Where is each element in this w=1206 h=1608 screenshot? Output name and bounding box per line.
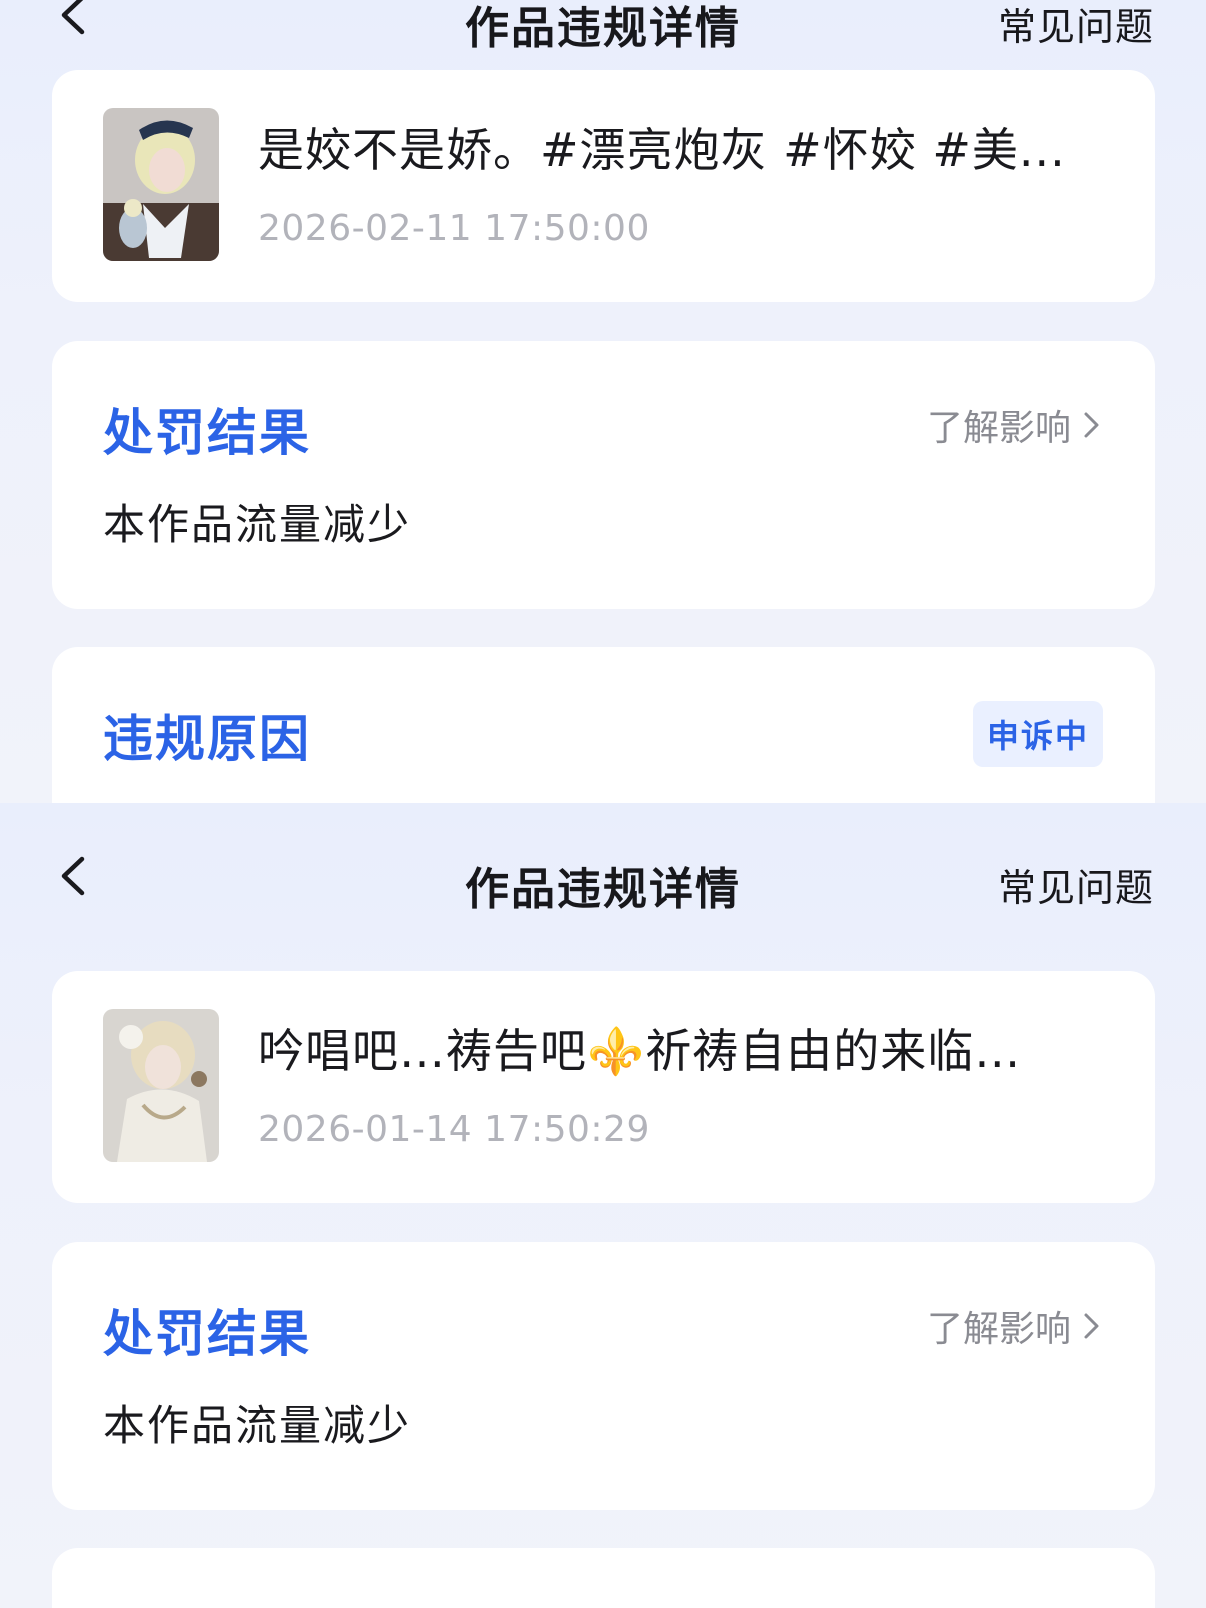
violation-reason-card: 违规原因 申诉中 [52,647,1155,803]
violation-reason-title: 违规原因 [103,710,311,768]
learn-impact-label: 了解影响 [926,1309,1071,1350]
faq-link[interactable]: 常见问题 [998,857,1154,912]
penalty-result-title: 处罚结果 [103,404,311,462]
work-date: 2026-01-14 17:50:29 [258,1109,650,1150]
work-thumbnail [103,1009,219,1162]
work-thumbnail [103,108,219,261]
work-title: 是姣不是娇。#漂亮炮灰 #怀姣 #美... [258,123,1066,177]
learn-impact-label: 了解影响 [926,408,1071,449]
penalty-result-text: 本作品流量减少 [103,1401,412,1450]
work-date: 2026-02-11 17:50:00 [258,208,650,249]
faq-link[interactable]: 常见问题 [998,0,1154,51]
chevron-right-icon [1084,412,1099,438]
nav-bar: 作品违规详情 常见问题 [0,0,1206,60]
appeal-status-badge: 申诉中 [972,701,1103,767]
screenshot-bottom: 作品违规详情 常见问题 吟唱吧…祷告吧⚜️祈祷自由的来临… 2026-01-14… [0,803,1206,1608]
learn-impact-link[interactable]: 了解影响 [927,399,1103,451]
penalty-result-text: 本作品流量减少 [103,500,412,549]
penalty-result-card: 处罚结果 了解影响 本作品流量减少 [52,1242,1155,1510]
chevron-right-icon [1084,1313,1099,1339]
work-title: 吟唱吧…祷告吧⚜️祈祷自由的来临… [258,1024,1022,1078]
work-card[interactable]: 是姣不是娇。#漂亮炮灰 #怀姣 #美... 2026-02-11 17:50:0… [52,70,1155,302]
nav-bar: 作品违规详情 常见问题 [0,831,1206,921]
penalty-result-card: 处罚结果 了解影响 本作品流量减少 [52,341,1155,609]
screenshot-top: 作品违规详情 常见问题 是姣不是娇。#漂亮炮灰 #怀姣 #美... 2026-0… [0,0,1206,803]
violation-reason-card [52,1548,1155,1608]
work-card[interactable]: 吟唱吧…祷告吧⚜️祈祷自由的来临… 2026-01-14 17:50:29 [52,971,1155,1203]
penalty-result-title: 处罚结果 [103,1305,311,1363]
learn-impact-link[interactable]: 了解影响 [927,1300,1103,1352]
